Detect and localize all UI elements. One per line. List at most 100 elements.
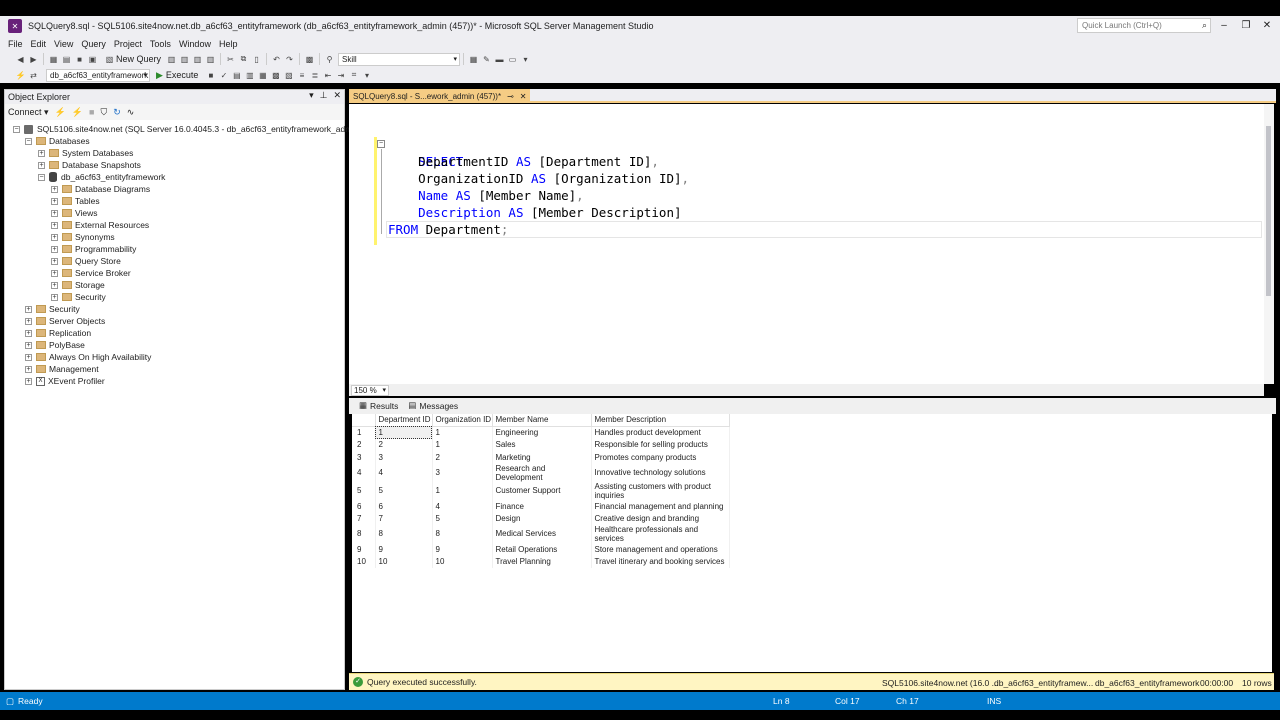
table-cell[interactable]: Creative design and branding [591,512,730,525]
table-cell[interactable]: 10 [375,555,433,569]
table-cell[interactable]: 6 [375,499,433,513]
table-cell[interactable]: 1 [432,438,493,452]
close-icon[interactable]: ✕ [520,92,527,101]
table-row[interactable]: 5 5 1 Customer Support Assisting customers w… [352,481,730,500]
tree-node[interactable]: + Server Objects [5,315,344,327]
row-number[interactable]: 7 [352,512,376,525]
available-databases-dropdown[interactable]: db_a6cf63_entityframework ▾ [46,68,150,82]
table-cell[interactable]: Handles product development [591,426,730,439]
tab-messages[interactable]: ▤ Messages [404,400,464,414]
tree-node[interactable]: + Replication [5,327,344,339]
collapse-icon[interactable]: − [377,140,385,148]
menu-project[interactable]: Project [110,39,146,49]
table-cell[interactable]: 10 [432,555,493,569]
tree-node[interactable]: + Security [5,303,344,315]
table-cell[interactable]: Travel Planning [492,555,592,569]
expand-icon[interactable]: + [51,197,58,205]
collapse-icon[interactable]: − [38,173,45,181]
row-number[interactable]: 8 [352,524,376,543]
table-row[interactable]: 4 4 3 Research and Development Innovative te… [352,463,730,482]
new-project-icon[interactable]: ▦ [49,55,58,64]
tree-node[interactable]: + Tables [5,195,344,207]
col-header[interactable]: Member Name [492,414,592,427]
tree-node[interactable]: − db_a6cf63_entityframework [5,171,344,183]
editor-scrollbar[interactable] [1264,104,1274,384]
expand-icon[interactable]: + [25,329,32,337]
tab-sqlquery8[interactable]: SQLQuery8.sql - S...ework_admin (457))* … [349,89,531,103]
results-to-text-icon[interactable]: ▦ [258,71,267,80]
row-number[interactable]: 2 [352,438,376,452]
increase-indent-icon[interactable]: ⇥ [336,71,345,80]
tree-node[interactable]: + Database Diagrams [5,183,344,195]
close-button[interactable]: ✕ [1258,18,1276,34]
quick-launch-input[interactable]: Quick Launch (Ctrl+Q) ⌕ [1077,18,1211,33]
tab-results[interactable]: ▦ Results [355,400,404,414]
table-row[interactable]: 8 8 8 Medical Services Healthcare profession… [352,524,730,543]
expand-icon[interactable]: + [25,305,32,313]
tree-node[interactable]: + Storage [5,279,344,291]
table-cell[interactable]: 1 [375,426,433,439]
expand-icon[interactable]: + [25,353,32,361]
mdx-query-icon[interactable]: ▥ [167,55,176,64]
table-row[interactable]: 1 1 1 Engineering Handles product developmen… [352,426,730,439]
tree-node[interactable]: + Management [5,363,344,375]
table-cell[interactable]: Engineering [492,426,592,439]
open-icon[interactable]: ▤ [62,55,71,64]
back-icon[interactable]: ◀ [16,55,25,64]
col-header[interactable]: Department ID [375,414,433,427]
xmla-query-icon[interactable]: ▥ [193,55,202,64]
expand-icon[interactable]: + [25,317,32,325]
tree-node[interactable]: + System Databases [5,147,344,159]
undo-icon[interactable]: ↶ [272,55,281,64]
row-number[interactable]: 4 [352,463,376,482]
save-all-icon[interactable]: ▣ [88,55,97,64]
expand-icon[interactable]: + [25,365,32,373]
intellisense-icon[interactable]: ▥ [245,71,254,80]
tree-node[interactable]: + External Resources [5,219,344,231]
table-cell[interactable]: Promotes company products [591,451,730,464]
collapse-icon[interactable]: − [25,137,32,145]
col-header[interactable]: Organization ID [432,414,493,427]
save-icon[interactable]: ■ [75,55,84,64]
tree-node[interactable]: + Service Broker [5,267,344,279]
dax-query-icon[interactable]: ▥ [206,55,215,64]
find-icon[interactable]: ⚲ [325,55,334,64]
collapse-icon[interactable]: − [13,125,20,133]
cut-icon[interactable]: ✂ [226,55,235,64]
expand-icon[interactable]: + [51,293,58,301]
tree-node[interactable]: + Security [5,291,344,303]
row-number[interactable]: 5 [352,481,376,500]
tree-node[interactable]: + Synonyms [5,231,344,243]
solution-config-dropdown[interactable]: Skill ▾ [338,52,461,66]
expand-icon[interactable]: + [51,281,58,289]
pin-icon[interactable]: ⊥ [320,90,328,101]
registered-servers-icon[interactable]: ▭ [508,55,517,64]
expand-icon[interactable]: + [51,233,58,241]
table-cell[interactable]: 8 [432,524,493,543]
table-cell[interactable]: Design [492,512,592,525]
table-cell[interactable]: 9 [375,542,433,556]
table-cell[interactable]: 1 [432,426,493,439]
forward-icon[interactable]: ▶ [29,55,38,64]
activity-monitor-icon[interactable]: ∿ [127,107,135,118]
expand-icon[interactable]: + [51,209,58,217]
table-cell[interactable]: 8 [375,524,433,543]
tree-node[interactable]: + Query Store [5,255,344,267]
table-cell[interactable]: Medical Services [492,524,592,543]
row-number[interactable]: 1 [352,426,376,439]
table-cell[interactable]: 4 [375,463,433,482]
expand-icon[interactable]: + [25,341,32,349]
table-cell[interactable]: Financial management and planning [591,499,730,513]
table-cell[interactable]: 4 [432,499,493,513]
table-cell[interactable]: 1 [432,481,493,500]
copy-icon[interactable]: ⧉ [239,54,248,64]
table-cell[interactable]: 3 [375,451,433,464]
table-cell[interactable]: Store management and operations [591,542,730,556]
zoom-dropdown[interactable]: 150 % ▾ [351,384,389,396]
toolbox-icon[interactable]: ▬ [495,55,504,64]
expand-icon[interactable]: + [25,377,32,385]
query-editor[interactable]: − SELECT DepartmentID AS [Department ID]… [349,104,1264,384]
table-cell[interactable]: Finance [492,499,592,513]
tree-node[interactable]: + Views [5,207,344,219]
uncomment-icon[interactable]: ≣ [310,71,319,80]
